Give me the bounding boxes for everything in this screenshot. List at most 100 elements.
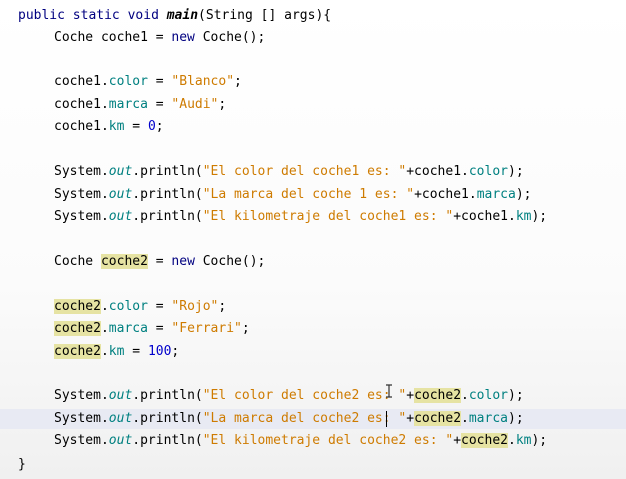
code-token: System. <box>54 411 109 426</box>
code-line-text: System.out.println("El color del coche2 … <box>54 386 524 406</box>
code-token: new <box>171 254 195 269</box>
code-token: System. <box>54 187 109 202</box>
code-token: System. <box>54 433 109 448</box>
code-line[interactable]: coche1.km = 0; <box>0 117 626 137</box>
code-token: = <box>124 119 148 134</box>
code-line-text: coche1.color = "Blanco"; <box>54 72 242 92</box>
code-token: km <box>515 209 532 224</box>
code-token: +coche1. <box>406 164 469 179</box>
code-token: coche2 <box>54 321 101 336</box>
code-token: .println( <box>132 433 203 448</box>
code-token: color <box>468 388 508 403</box>
code-token: ; <box>241 321 250 336</box>
code-token: coche2 <box>54 344 101 359</box>
code-line-text: coche1.marca = "Audi"; <box>54 95 226 115</box>
code-line-text: } <box>18 455 26 475</box>
code-line-text: public static void main(String [] args){ <box>18 6 331 26</box>
code-token: = <box>147 97 172 112</box>
code-line[interactable]: System.out.println("La marca del coche2 … <box>0 409 626 429</box>
code-line[interactable]: System.out.println("El kilometraje del c… <box>0 207 626 227</box>
code-token: + <box>453 433 462 448</box>
code-line-text: System.out.println("El kilometraje del c… <box>54 207 547 227</box>
code-token: coche2 <box>54 299 101 314</box>
code-token: ; <box>234 74 242 89</box>
code-token: out <box>108 187 133 202</box>
code-token: = <box>124 344 148 359</box>
code-token: . <box>100 299 109 314</box>
code-token: coche1. <box>54 119 109 134</box>
code-token: 100 <box>147 344 172 359</box>
code-token: . <box>100 344 109 359</box>
code-token: "El kilometraje del coche1 es: " <box>202 209 454 224</box>
code-token: Coche <box>54 254 101 269</box>
code-token: marca <box>108 97 148 112</box>
code-line[interactable]: coche1.marca = "Audi"; <box>0 95 626 115</box>
code-line[interactable]: } <box>0 455 626 475</box>
code-token: Coche(); <box>194 30 266 45</box>
code-line[interactable]: Coche coche2 = new Coche(); <box>0 252 626 272</box>
code-line[interactable]: System.out.println("El color del coche2 … <box>0 386 626 406</box>
code-token: new <box>171 30 195 45</box>
code-line[interactable]: System.out.println("El kilometraje del c… <box>0 431 626 451</box>
code-token: out <box>108 388 133 403</box>
code-line[interactable]: System.out.println("La marca del coche 1… <box>0 185 626 205</box>
code-token: .println( <box>132 411 203 426</box>
code-editor[interactable]: public static void main(String [] args){… <box>0 0 626 479</box>
code-token: "El kilometraje del coche2 es: " <box>202 433 454 448</box>
code-token: coche1. <box>54 74 109 89</box>
code-token: color <box>108 74 148 89</box>
code-token: +coche1. <box>414 187 477 202</box>
code-token: ); <box>508 164 524 179</box>
code-token: ); <box>531 209 548 224</box>
code-line[interactable]: System.out.println("El color del coche1 … <box>0 162 626 182</box>
code-token: km <box>515 433 532 448</box>
code-token: System. <box>54 388 109 403</box>
code-token: (String [] args){ <box>198 8 332 23</box>
code-token: coche2 <box>461 433 508 448</box>
code-token: ; <box>155 119 164 134</box>
code-line-text: System.out.println("La marca del coche 1… <box>54 185 531 205</box>
code-token: marca <box>476 187 516 202</box>
code-token: + <box>406 411 415 426</box>
code-token: System. <box>54 164 109 179</box>
code-token: ); <box>508 411 524 426</box>
code-token: km <box>108 119 125 134</box>
code-token: .println( <box>132 187 203 202</box>
code-line[interactable]: public static void main(String [] args){ <box>0 6 626 26</box>
code-token: public <box>18 8 65 23</box>
code-line[interactable]: coche2.km = 100; <box>0 342 626 362</box>
code-token: "Audi" <box>171 97 219 112</box>
code-token: . <box>507 433 516 448</box>
ibeam-cursor-icon <box>386 384 392 398</box>
code-token: ); <box>531 433 548 448</box>
code-line[interactable]: coche1.color = "Blanco"; <box>0 72 626 92</box>
code-token: color <box>108 299 148 314</box>
code-token: marca <box>468 411 508 426</box>
code-token: ; <box>218 299 227 314</box>
code-token: "Rojo" <box>171 299 219 314</box>
code-token: color <box>468 164 508 179</box>
code-line-text: System.out.println("La marca del coche2 … <box>54 409 524 429</box>
code-token: + <box>406 388 415 403</box>
code-token: "El color del coche2 es: " <box>202 388 407 403</box>
code-token: .println( <box>132 209 203 224</box>
code-token: km <box>108 344 125 359</box>
code-line[interactable]: coche2.marca = "Ferrari"; <box>0 319 626 339</box>
code-line[interactable]: Coche coche1 = new Coche(); <box>0 28 626 48</box>
code-token: ); <box>515 187 532 202</box>
code-token: ; <box>171 344 180 359</box>
code-token: out <box>108 411 133 426</box>
code-token: = <box>147 299 172 314</box>
code-token: "Ferrari" <box>171 321 242 336</box>
code-line[interactable]: coche2.color = "Rojo"; <box>0 297 626 317</box>
code-token: } <box>18 457 26 472</box>
code-token: out <box>108 164 133 179</box>
code-line-text: coche1.km = 0; <box>54 117 164 137</box>
code-token: +coche1. <box>453 209 516 224</box>
code-token: 0 <box>147 119 156 134</box>
code-token: = <box>147 321 172 336</box>
code-token: Coche(); <box>194 254 266 269</box>
